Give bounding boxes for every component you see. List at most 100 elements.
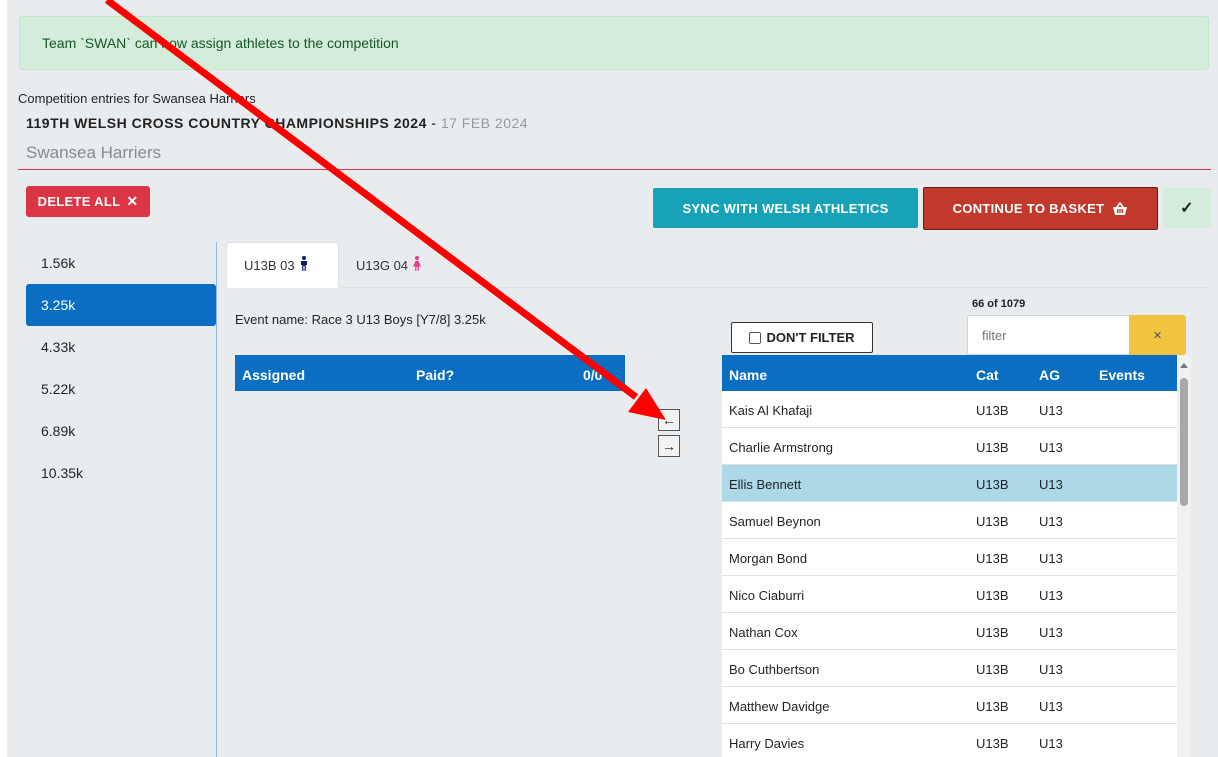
table-row[interactable]: Samuel Beynon U13B U13: [722, 502, 1177, 539]
athlete-ag: U13: [1039, 588, 1063, 603]
distance-sidebar: 1.56k 3.25k 4.33k 5.22k 6.89k 10.35k: [26, 242, 216, 494]
male-icon: [299, 255, 309, 275]
filter-input[interactable]: [967, 315, 1129, 355]
athlete-name: Morgan Bond: [729, 551, 808, 566]
col-cat: Cat: [976, 367, 999, 383]
sidebar-item-label: 10.35k: [41, 465, 84, 481]
arrow-left-icon: ←: [662, 412, 676, 428]
success-alert: Team `SWAN` can now assign athletes to t…: [19, 16, 1209, 70]
athlete-name: Charlie Armstrong: [729, 440, 834, 455]
col-ag: AG: [1039, 367, 1060, 383]
alert-text: Team `SWAN` can now assign athletes to t…: [42, 35, 399, 51]
athlete-ag: U13: [1039, 662, 1063, 677]
sidebar-item-label: 4.33k: [41, 339, 76, 355]
table-row[interactable]: Morgan Bond U13B U13: [722, 539, 1177, 576]
athlete-ag: U13: [1039, 514, 1063, 529]
sidebar-item-label: 1.56k: [41, 255, 76, 271]
sidebar-item-label: 5.22k: [41, 381, 76, 397]
table-row[interactable]: Harry Davies U13B U13: [722, 724, 1177, 757]
table-row-selected[interactable]: Ellis Bennett U13B U13: [722, 465, 1177, 502]
athlete-ag: U13: [1039, 403, 1063, 418]
athlete-count: 66 of 1079: [972, 298, 1026, 310]
athlete-ag: U13: [1039, 551, 1063, 566]
confirm-check-button[interactable]: ✓: [1163, 188, 1211, 228]
athlete-name: Kais Al Khafaji: [729, 403, 813, 418]
continue-to-basket-button[interactable]: CONTINUE TO BASKET: [923, 187, 1158, 230]
category-tabs: U13B 03 U13G 04: [226, 242, 1211, 288]
page: Team `SWAN` can now assign athletes to t…: [7, 0, 1218, 757]
table-row[interactable]: Bo Cuthbertson U13B U13: [722, 650, 1177, 687]
athletes-table: Name Cat AG Events Kais Al Khafaji U13B U1…: [722, 355, 1191, 757]
athlete-cat: U13B: [976, 699, 1009, 714]
table-row[interactable]: Charlie Armstrong U13B U13: [722, 428, 1177, 465]
sync-welsh-athletics-button[interactable]: SYNC WITH WELSH ATHLETICS: [653, 188, 918, 228]
close-icon: ×: [1153, 326, 1162, 344]
athlete-cat: U13B: [976, 440, 1009, 455]
athlete-name: Ellis Bennett: [729, 477, 802, 492]
col-count: 0/0: [583, 367, 603, 383]
assign-left-arrow-button[interactable]: ←: [658, 409, 680, 431]
table-row[interactable]: Kais Al Khafaji U13B U13: [722, 391, 1177, 428]
athlete-cat: U13B: [976, 588, 1009, 603]
assigned-table-header: Assigned Paid? 0/0: [235, 355, 625, 391]
athlete-cat: U13B: [976, 477, 1009, 492]
sidebar-item-label: 3.25k: [41, 297, 76, 313]
continue-label: CONTINUE TO BASKET: [952, 201, 1105, 216]
table-row[interactable]: Matthew Davidge U13B U13: [722, 687, 1177, 724]
athletes-table-header: Name Cat AG Events: [722, 355, 1177, 391]
checkbox-icon: [749, 331, 762, 344]
athlete-cat: U13B: [976, 514, 1009, 529]
sidebar-item-1-56k[interactable]: 1.56k: [26, 242, 216, 284]
entries-for-label: Competition entries for Swansea Harriers: [18, 91, 256, 106]
dont-filter-label: DON'T FILTER: [766, 330, 855, 345]
tab-label: U13B 03: [244, 257, 295, 273]
athlete-name: Nathan Cox: [729, 625, 798, 640]
athletes-table-body: Kais Al Khafaji U13B U13 Charlie Armstrong…: [722, 391, 1177, 757]
athlete-name: Nico Ciaburri: [729, 588, 805, 603]
competition-date: 17 FEB 2024: [440, 115, 529, 131]
tab-u13g-04[interactable]: U13G 04: [339, 242, 459, 288]
col-events: Events: [1099, 367, 1145, 383]
unassign-right-arrow-button[interactable]: →: [658, 435, 680, 457]
sidebar-item-10-35k[interactable]: 10.35k: [26, 452, 216, 494]
athlete-ag: U13: [1039, 477, 1063, 492]
event-name: Event name: Race 3 U13 Boys [Y7/8] 3.25k: [235, 312, 486, 327]
table-row[interactable]: Nathan Cox U13B U13: [722, 613, 1177, 650]
sidebar-item-4-33k[interactable]: 4.33k: [26, 326, 216, 368]
athlete-cat: U13B: [976, 736, 1009, 751]
table-scrollbar[interactable]: [1177, 355, 1191, 757]
basket-icon: [1112, 201, 1128, 216]
athlete-name: Harry Davies: [729, 736, 805, 751]
col-paid: Paid?: [416, 367, 455, 383]
sidebar-item-3-25k[interactable]: 3.25k: [26, 284, 216, 326]
athlete-cat: U13B: [976, 662, 1009, 677]
arrow-right-icon: →: [662, 438, 676, 454]
athlete-cat: U13B: [976, 551, 1009, 566]
delete-all-label: DELETE ALL: [37, 194, 121, 209]
athlete-ag: U13: [1039, 440, 1063, 455]
col-assigned: Assigned: [242, 367, 306, 383]
tab-label: U13G 04: [356, 257, 409, 273]
athlete-name: Matthew Davidge: [729, 699, 830, 714]
scroll-up-icon[interactable]: [1180, 363, 1188, 368]
competition-name: 119TH WELSH CROSS COUNTRY CHAMPIONSHIPS …: [26, 115, 427, 131]
athlete-ag: U13: [1039, 736, 1063, 751]
athlete-ag: U13: [1039, 625, 1063, 640]
scrollbar-thumb[interactable]: [1180, 378, 1188, 506]
clear-filter-button[interactable]: ×: [1129, 315, 1186, 355]
athlete-name: Samuel Beynon: [729, 514, 821, 529]
sidebar-item-label: 6.89k: [41, 423, 76, 439]
sidebar-item-6-89k[interactable]: 6.89k: [26, 410, 216, 452]
delete-all-button[interactable]: DELETE ALL ✕: [26, 186, 150, 217]
tab-u13b-03[interactable]: U13B 03: [226, 242, 339, 288]
female-icon: [412, 255, 422, 275]
dont-filter-checkbox-button[interactable]: DON'T FILTER: [731, 322, 873, 353]
athlete-ag: U13: [1039, 699, 1063, 714]
athlete-cat: U13B: [976, 403, 1009, 418]
header-divider: [18, 169, 1211, 170]
table-row[interactable]: Nico Ciaburri U13B U13: [722, 576, 1177, 613]
competition-title: 119TH WELSH CROSS COUNTRY CHAMPIONSHIPS …: [26, 115, 528, 131]
title-separator: -: [426, 115, 441, 131]
check-icon: ✓: [1180, 200, 1194, 217]
sidebar-item-5-22k[interactable]: 5.22k: [26, 368, 216, 410]
